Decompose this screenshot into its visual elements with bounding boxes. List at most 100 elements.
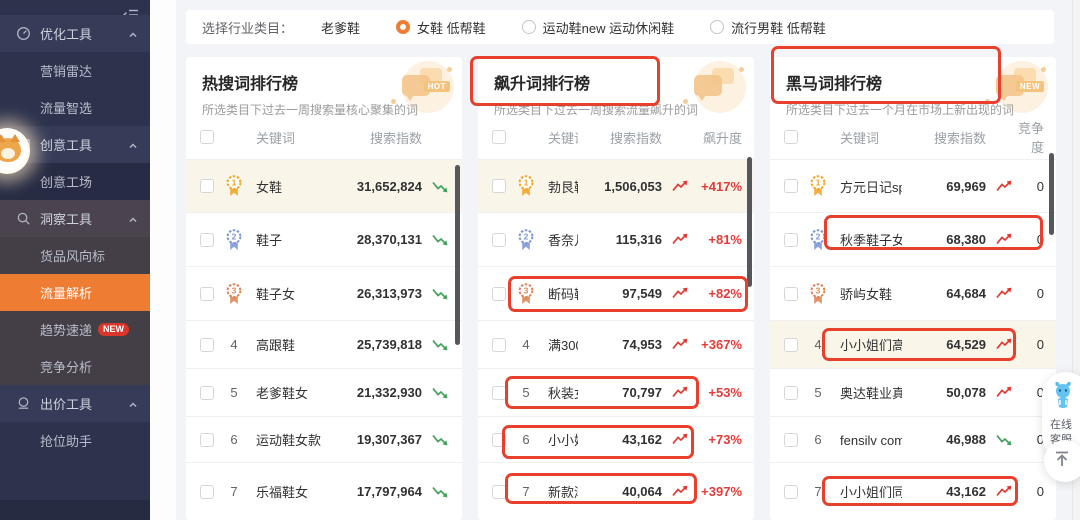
sidebar-item-货品风向标[interactable]: 货品风向标 xyxy=(0,237,150,274)
panel-scrollbar-thumb[interactable] xyxy=(747,157,752,287)
table-row[interactable]: 3骄屿女鞋64,6840 xyxy=(770,266,1056,320)
back-to-top-button[interactable] xyxy=(1044,440,1080,482)
radio-icon[interactable] xyxy=(710,20,724,34)
table-row[interactable]: 7新款潮流运动鞋40,064+397% xyxy=(478,462,754,520)
row-checkbox[interactable] xyxy=(784,485,798,499)
sidebar-group-出价工具[interactable]: 出价工具 xyxy=(0,385,150,422)
keyword-label: 方元日记spr xyxy=(838,177,902,196)
trend-up-icon xyxy=(664,485,690,498)
table-column-header: 关键词搜索指数竞争度 xyxy=(770,115,1056,159)
rank-number: 4 xyxy=(798,337,838,352)
search-index-value: 64,684 xyxy=(902,286,986,301)
row-checkbox[interactable] xyxy=(784,338,798,352)
insight-tools-icon xyxy=(16,211,32,227)
row-checkbox[interactable] xyxy=(492,233,506,247)
rank-number: 7 xyxy=(214,484,254,499)
radio-selected-icon[interactable] xyxy=(396,20,410,34)
filter-option-label: 运动鞋new 运动休闲鞋 xyxy=(543,18,674,37)
table-row[interactable]: 5秋装女2022年新款70,797+53% xyxy=(478,368,754,416)
sidebar-item-label: 营销雷达 xyxy=(40,61,92,80)
table-row[interactable]: 4小小姐们高跟鞋64,5290 xyxy=(770,320,1056,368)
category-filter-bar: 选择行业类目： 老爹鞋女鞋 低帮鞋运动鞋new 运动休闲鞋流行男鞋 低帮鞋 xyxy=(186,10,1054,44)
filter-option-流行男鞋 低帮鞋[interactable]: 流行男鞋 低帮鞋 xyxy=(710,18,826,37)
rank-number: 5 xyxy=(214,385,254,400)
panel-scrollbar-thumb[interactable] xyxy=(1049,153,1054,235)
search-index-value: 19,307,367 xyxy=(338,432,422,447)
sidebar-item-创意工场[interactable]: 创意工场 xyxy=(0,163,150,200)
column-竞争度: 竞争度 xyxy=(1014,118,1044,156)
table-row[interactable]: 2香奈儿小羊皮鞋115,316+81% xyxy=(478,212,754,266)
row-checkbox[interactable] xyxy=(200,233,214,247)
sidebar-item-流量智选[interactable]: 流量智选 xyxy=(0,89,150,126)
row-checkbox[interactable] xyxy=(784,179,798,193)
svg-text:1: 1 xyxy=(232,178,237,188)
row-checkbox[interactable] xyxy=(492,433,506,447)
row-checkbox[interactable] xyxy=(200,338,214,352)
row-checkbox[interactable] xyxy=(784,386,798,400)
row-checkbox[interactable] xyxy=(492,338,506,352)
row-checkbox[interactable] xyxy=(492,179,506,193)
table-row[interactable]: 6小小姐们同款鞋43,162+73% xyxy=(478,416,754,462)
sidebar-item-营销雷达[interactable]: 营销雷达 xyxy=(0,52,150,89)
rank-number: 6 xyxy=(506,432,546,447)
panel-title: 热搜词排行榜 xyxy=(202,70,446,94)
sidebar-group-洞察工具[interactable]: 洞察工具 xyxy=(0,200,150,237)
row-checkbox[interactable] xyxy=(784,233,798,247)
table-row[interactable]: 1女鞋31,652,824 xyxy=(186,159,462,212)
select-all-checkbox[interactable] xyxy=(784,130,798,144)
row-checkbox[interactable] xyxy=(492,485,506,499)
radio-icon[interactable] xyxy=(522,20,536,34)
filter-option-女鞋 低帮鞋[interactable]: 女鞋 低帮鞋 xyxy=(396,18,486,37)
medal-rank-2-icon: 2 xyxy=(214,228,254,252)
table-row[interactable]: 2秋季鞋子女2022年爆款68,3800 xyxy=(770,212,1056,266)
keyword-label: 老爹鞋女 xyxy=(254,383,338,402)
table-row[interactable]: 6fensilv com履柜家46,9880 xyxy=(770,416,1056,462)
table-row[interactable]: 1勃艮鞋1,506,053+417% xyxy=(478,159,754,212)
sidebar-item-竞争分析[interactable]: 竞争分析 xyxy=(0,348,150,385)
sidebar-group-优化工具[interactable]: 优化工具 xyxy=(0,15,150,52)
select-all-checkbox[interactable] xyxy=(492,130,506,144)
column-飙升度: 飙升度 xyxy=(690,128,742,147)
sidebar-item-趋势速递[interactable]: 趋势速递NEW xyxy=(0,311,150,348)
table-row[interactable]: 2鞋子28,370,131 xyxy=(186,212,462,266)
table-row[interactable]: 3断码鞋女 真皮 牛皮97,549+82% xyxy=(478,266,754,320)
search-index-value: 69,969 xyxy=(902,179,986,194)
keyword-label: 新款潮流运动鞋 xyxy=(546,482,578,501)
rank-number: 5 xyxy=(798,385,838,400)
sidebar-group-label: 出价工具 xyxy=(40,394,92,413)
row-checkbox[interactable] xyxy=(200,433,214,447)
sidebar-item-流量解析[interactable]: 流量解析 xyxy=(0,274,150,311)
keyword-label: 鞋子 xyxy=(254,230,338,249)
panel-scrollbar-thumb[interactable] xyxy=(455,165,460,345)
trend-down-icon xyxy=(424,433,450,446)
row-checkbox[interactable] xyxy=(200,386,214,400)
row-checkbox[interactable] xyxy=(200,179,214,193)
table-row[interactable]: 7乐福鞋女17,797,964 xyxy=(186,462,462,520)
rise-percent-value: +73% xyxy=(690,432,742,447)
svg-text:1: 1 xyxy=(816,178,821,188)
row-checkbox[interactable] xyxy=(200,287,214,301)
table-row[interactable]: 4高跟鞋25,739,818 xyxy=(186,320,462,368)
row-checkbox[interactable] xyxy=(784,433,798,447)
panel-subtitle: 所选类目下过去一个月在市场上新出现的词 xyxy=(786,101,1040,118)
panel-subtitle: 所选类目下过去一周搜索流量飙升的词 xyxy=(494,101,738,118)
trend-down-icon xyxy=(424,386,450,399)
filter-option-老爹鞋[interactable]: 老爹鞋 xyxy=(321,18,360,37)
search-index-value: 50,078 xyxy=(902,385,986,400)
row-checkbox[interactable] xyxy=(200,485,214,499)
filter-option-运动鞋new 运动休闲鞋[interactable]: 运动鞋new 运动休闲鞋 xyxy=(522,18,674,37)
row-checkbox[interactable] xyxy=(492,287,506,301)
sidebar-item-抢位助手[interactable]: 抢位助手 xyxy=(0,422,150,459)
table-row[interactable]: 5老爹鞋女21,332,930 xyxy=(186,368,462,416)
table-row[interactable]: 4满300减4074,953+367% xyxy=(478,320,754,368)
table-row[interactable]: 6运动鞋女款19,307,367 xyxy=(186,416,462,462)
table-row[interactable]: 5奥达鞋业真皮女鞋50,0780 xyxy=(770,368,1056,416)
row-checkbox[interactable] xyxy=(784,287,798,301)
back-to-top-icon xyxy=(1052,449,1072,474)
table-row[interactable]: 7小小姐们同款鞋43,1620 xyxy=(770,462,1056,520)
trend-down-icon xyxy=(424,180,450,193)
row-checkbox[interactable] xyxy=(492,386,506,400)
table-row[interactable]: 1方元日记spr69,9690 xyxy=(770,159,1056,212)
table-row[interactable]: 3鞋子女26,313,973 xyxy=(186,266,462,320)
select-all-checkbox[interactable] xyxy=(200,130,214,144)
